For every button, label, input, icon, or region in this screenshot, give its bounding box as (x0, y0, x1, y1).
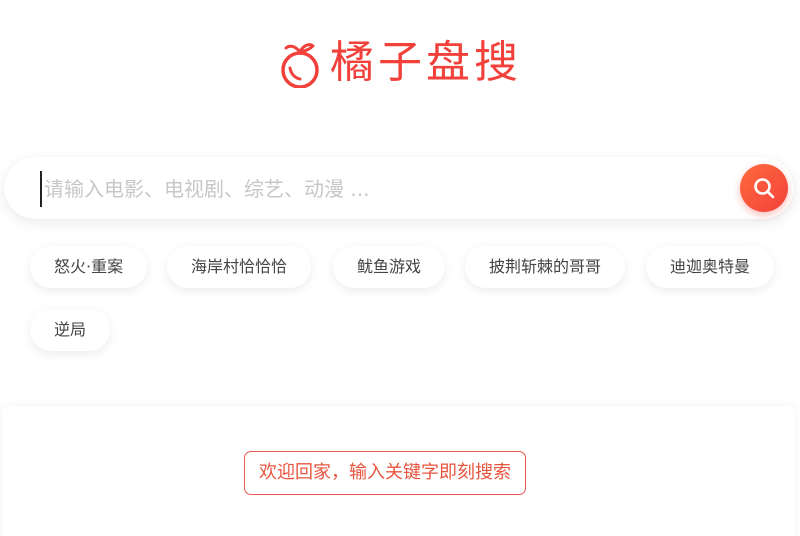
hot-tag[interactable]: 怒火·重案 (30, 246, 148, 288)
logo-inner: 橘子盘搜 (278, 38, 522, 88)
logo-text: 橘子盘搜 (330, 37, 522, 88)
hot-tag[interactable]: 逆局 (30, 309, 111, 351)
hot-tag[interactable]: 海岸村恰恰恰 (167, 246, 312, 288)
result-panel: 欢迎回家，输入关键字即刻搜索 (2, 406, 795, 536)
search-box (4, 157, 794, 219)
hot-tag[interactable]: 披荆斩棘的哥哥 (465, 246, 626, 288)
welcome-message: 欢迎回家，输入关键字即刻搜索 (244, 451, 526, 495)
search-icon (754, 178, 775, 199)
page: 橘子盘搜 怒火·重案 海岸村恰恰恰 鱿鱼游戏 披荆斩棘的哥哥 迪迦奥特曼 逆局 … (0, 0, 800, 536)
search-button[interactable] (740, 164, 788, 212)
hot-tag[interactable]: 迪迦奥特曼 (646, 246, 775, 288)
search-input[interactable] (40, 171, 726, 207)
hot-tag[interactable]: 鱿鱼游戏 (333, 246, 446, 288)
orange-fruit-icon (281, 43, 319, 88)
logo[interactable]: 橘子盘搜 (0, 38, 800, 88)
